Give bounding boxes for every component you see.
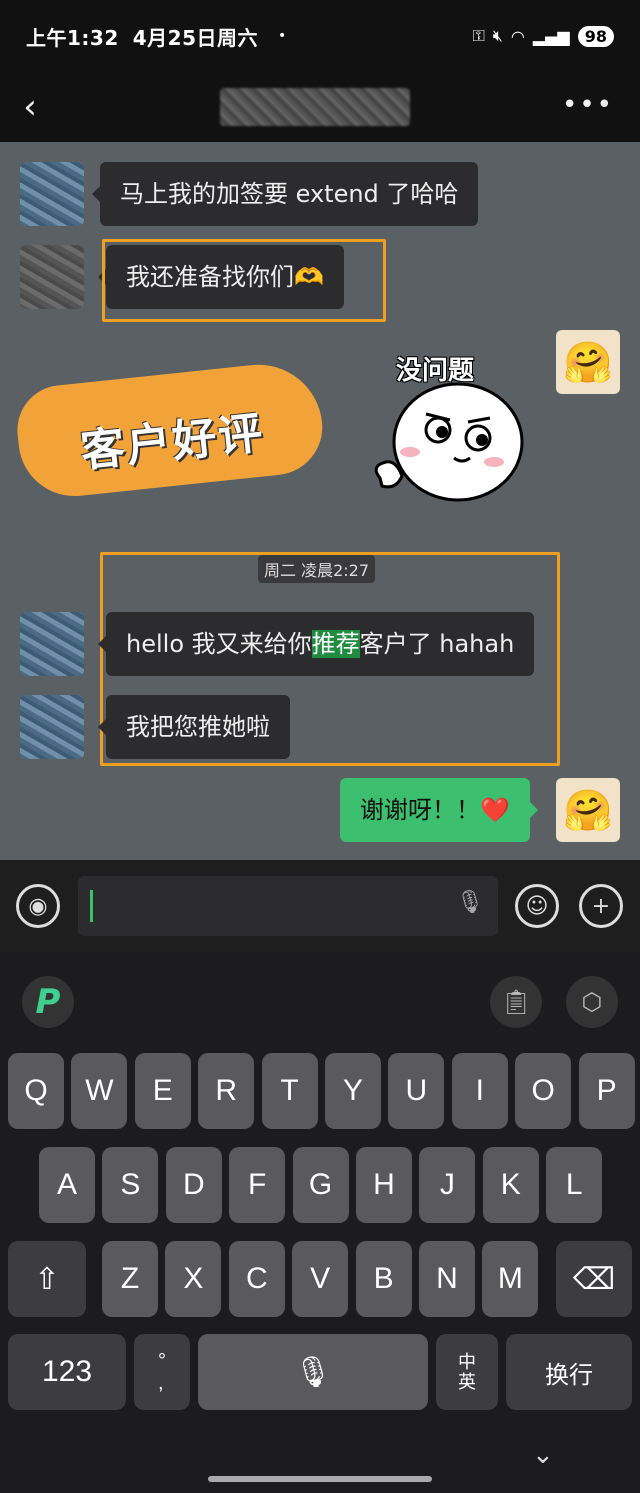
wifi-icon: ◠ [510, 26, 525, 46]
key-n[interactable]: N [419, 1241, 475, 1317]
message-input[interactable] [78, 876, 498, 936]
voice-icon[interactable]: ◉ [16, 884, 60, 928]
text-cursor [90, 890, 93, 922]
signal-icon: ▂▄▆ [532, 26, 570, 46]
key-y[interactable]: Y [325, 1053, 381, 1129]
status-time: 上午1:32 [26, 25, 119, 50]
key-a[interactable]: A [39, 1147, 95, 1223]
key-c[interactable]: C [228, 1241, 285, 1317]
numbers-key[interactable]: 123 [8, 1334, 126, 1410]
key-s[interactable]: S [102, 1147, 159, 1223]
chat-title-redacted [220, 88, 410, 126]
message-bubble[interactable]: 马上我的加签要 extend 了哈哈 [91, 162, 479, 226]
avatar[interactable] [20, 695, 84, 759]
avatar[interactable] [20, 612, 84, 676]
sticker-image[interactable] [366, 380, 526, 512]
home-indicator[interactable] [208, 1476, 432, 1482]
cube-icon[interactable]: ⬡ [566, 976, 618, 1028]
key-l[interactable]: L [546, 1147, 603, 1223]
nav-bar: ‹ ••• [0, 72, 640, 142]
key-g[interactable]: G [292, 1147, 349, 1223]
clipboard-icon[interactable]: 📋︎ [490, 976, 542, 1028]
sent-message-bubble[interactable]: 谢谢呀！！❤️ [340, 778, 538, 842]
search-highlight: 推荐 [311, 630, 360, 658]
language-switch-key[interactable]: 中 英 [436, 1334, 498, 1410]
key-z[interactable]: Z [102, 1241, 158, 1317]
back-button[interactable]: ‹ [0, 72, 60, 142]
enter-key[interactable]: 换行 [506, 1334, 632, 1410]
status-dot: • [278, 28, 287, 44]
emoji-icon[interactable]: ☺ [515, 884, 559, 928]
plus-icon[interactable]: + [579, 884, 623, 928]
input-bar: ◉ 🎙︎ ☺ + [0, 860, 640, 952]
avatar[interactable] [20, 245, 84, 309]
more-options-button[interactable]: ••• [562, 90, 614, 120]
chevron-down-icon[interactable]: ⌄ [532, 1440, 554, 1470]
key-u[interactable]: U [388, 1053, 445, 1129]
highlight-frame [102, 239, 386, 322]
key-t[interactable]: T [261, 1053, 318, 1129]
key-q[interactable]: Q [8, 1053, 64, 1129]
space-key[interactable]: 🎙︎ [198, 1334, 428, 1410]
hugging-face-icon: 🤗 [563, 339, 613, 386]
hugging-face-icon: 🤗 [563, 787, 613, 834]
key-j[interactable]: J [419, 1147, 476, 1223]
key-x[interactable]: X [165, 1241, 222, 1317]
key-p[interactable]: P [578, 1053, 635, 1129]
chat-area[interactable]: 马上我的加签要 extend 了哈哈 我还准备找你们🫶 🤗 客户好评 没问题 周… [0, 142, 640, 860]
mute-icon: 🔇︎ [492, 26, 503, 45]
key-d[interactable]: D [165, 1147, 222, 1223]
key-r[interactable]: R [198, 1053, 255, 1129]
message-bubble[interactable]: hello 我又来给你推荐客户了 hahah [97, 612, 535, 676]
key-b[interactable]: B [355, 1241, 412, 1317]
status-date: 4月25日周六 [132, 25, 258, 50]
status-bar: 上午1:32 4月25日周六 • ⚿ 🔇︎ ◠ ▂▄▆ 98 [0, 0, 640, 72]
punctuation-key[interactable]: ° , [134, 1334, 190, 1410]
shift-key[interactable]: ⇧ [8, 1241, 86, 1317]
keyboard-logo-icon[interactable]: P [22, 976, 74, 1028]
key-m[interactable]: M [482, 1241, 539, 1317]
message-text-part: 客户了 hahah [359, 630, 515, 658]
battery-indicator: 98 [577, 25, 614, 47]
message-timestamp: 周二 凌晨2:27 [258, 555, 376, 583]
my-avatar[interactable]: 🤗 [556, 330, 620, 394]
key-o[interactable]: O [515, 1053, 572, 1129]
key-f[interactable]: F [229, 1147, 286, 1223]
my-avatar[interactable]: 🤗 [556, 778, 620, 842]
key-e[interactable]: E [134, 1053, 191, 1129]
status-icons: ⚿ 🔇︎ ◠ ▂▄▆ 98 [472, 25, 614, 47]
key-w[interactable]: W [71, 1053, 128, 1129]
key-h[interactable]: H [356, 1147, 412, 1223]
key-i[interactable]: I [451, 1053, 508, 1129]
key-k[interactable]: K [482, 1147, 539, 1223]
key-v[interactable]: V [292, 1241, 349, 1317]
avatar[interactable] [20, 162, 84, 226]
backspace-key[interactable]: ⌫ [556, 1241, 632, 1317]
message-bubble[interactable]: 我把您推她啦 [98, 695, 290, 759]
message-text-part: hello 我又来给你 [126, 630, 312, 658]
microphone-icon[interactable]: 🎙︎ [456, 890, 484, 915]
key-icon: ⚿ [472, 26, 485, 45]
